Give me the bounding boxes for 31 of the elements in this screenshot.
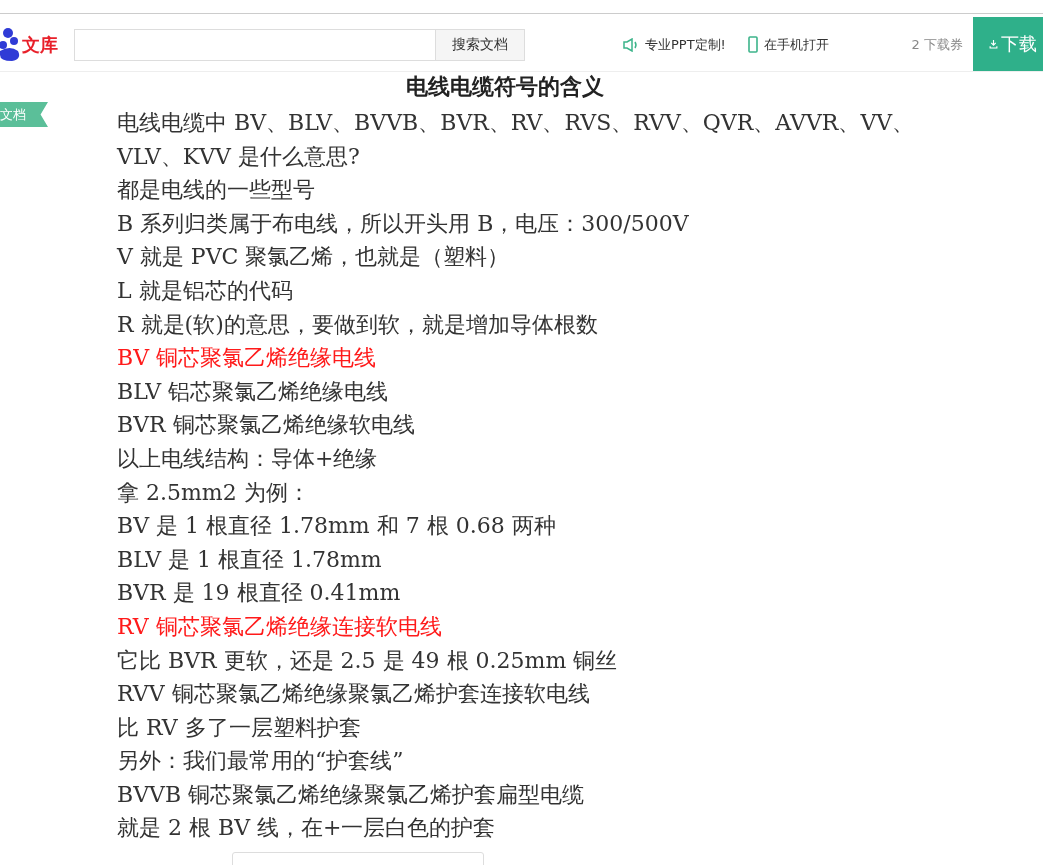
phone-icon bbox=[747, 36, 758, 53]
header-link[interactable]: 在手机打开 bbox=[763, 35, 829, 54]
text-line: 比 RV 多了一层塑料护套 bbox=[117, 713, 362, 742]
text-line: V 就是 PVC 聚氯乙烯，也就是（塑料） bbox=[117, 243, 511, 272]
text-line: 都是电线的一些型号 bbox=[117, 176, 316, 205]
text-line: RVV 铜芯聚氯乙烯绝缘聚氯乙烯护套连接软电线 bbox=[117, 680, 591, 709]
header-link[interactable]: 专业PPT定制! bbox=[645, 35, 726, 54]
text-line: B 系列归类属于布电线，所以开头用 B，电压：300/500V bbox=[117, 209, 690, 238]
text-line: BV 铜芯聚氯乙烯绝缘电线 bbox=[117, 344, 378, 373]
search-field[interactable] bbox=[74, 28, 435, 61]
text-line: 它比 BVR 更软，还是 2.5 是 49 根 0.25mm 铜丝 bbox=[117, 646, 619, 675]
text-line: L 就是铝芯的代码 bbox=[117, 276, 294, 305]
paw-logo-icon bbox=[0, 28, 22, 61]
text-line: BVR 是 19 根直径 0.41mm bbox=[117, 579, 402, 608]
search-button[interactable]: 搜索文档 bbox=[435, 28, 525, 61]
text-line: 就是 2 根 BV 线，在+一层白色的护套 bbox=[117, 814, 497, 843]
speaker-icon bbox=[623, 37, 639, 52]
text-line: 拿 2.5mm2 为例： bbox=[117, 478, 311, 507]
text-line: BVR 铜芯聚氯乙烯绝缘软电线 bbox=[117, 411, 416, 440]
text-line: 另外：我们最常用的“护套线” bbox=[117, 747, 405, 776]
text-line: BLV 铝芯聚氯乙烯绝缘电线 bbox=[117, 377, 390, 406]
text-line: BVVB 铜芯聚氯乙烯绝缘聚氯乙烯护套扁型电缆 bbox=[117, 780, 586, 809]
text-line: 电线电缆中 BV、BLV、BVVB、BVR、RV、RVS、RVV、QVR、AVVR、VV、VLV、KVV 是什么意思? bbox=[117, 109, 916, 171]
document-title: 电线电缆符号的含义 bbox=[405, 72, 605, 100]
text-line: RV 铜芯聚氯乙烯绝缘连接软电线 bbox=[117, 612, 443, 641]
text-line: BV 是 1 根直径 1.78mm 和 7 根 0.68 两种 bbox=[117, 512, 557, 541]
text-line: R 就是(软)的意思，要做到软，就是增加导体根数 bbox=[117, 310, 599, 339]
text-line: BLV 是 1 根直径 1.78mm bbox=[117, 545, 383, 574]
text-line: 以上电线结构：导体+绝缘 bbox=[117, 444, 379, 473]
coupon-count: 2 下载券 bbox=[911, 35, 963, 54]
logo-text: 文库 bbox=[22, 32, 58, 57]
